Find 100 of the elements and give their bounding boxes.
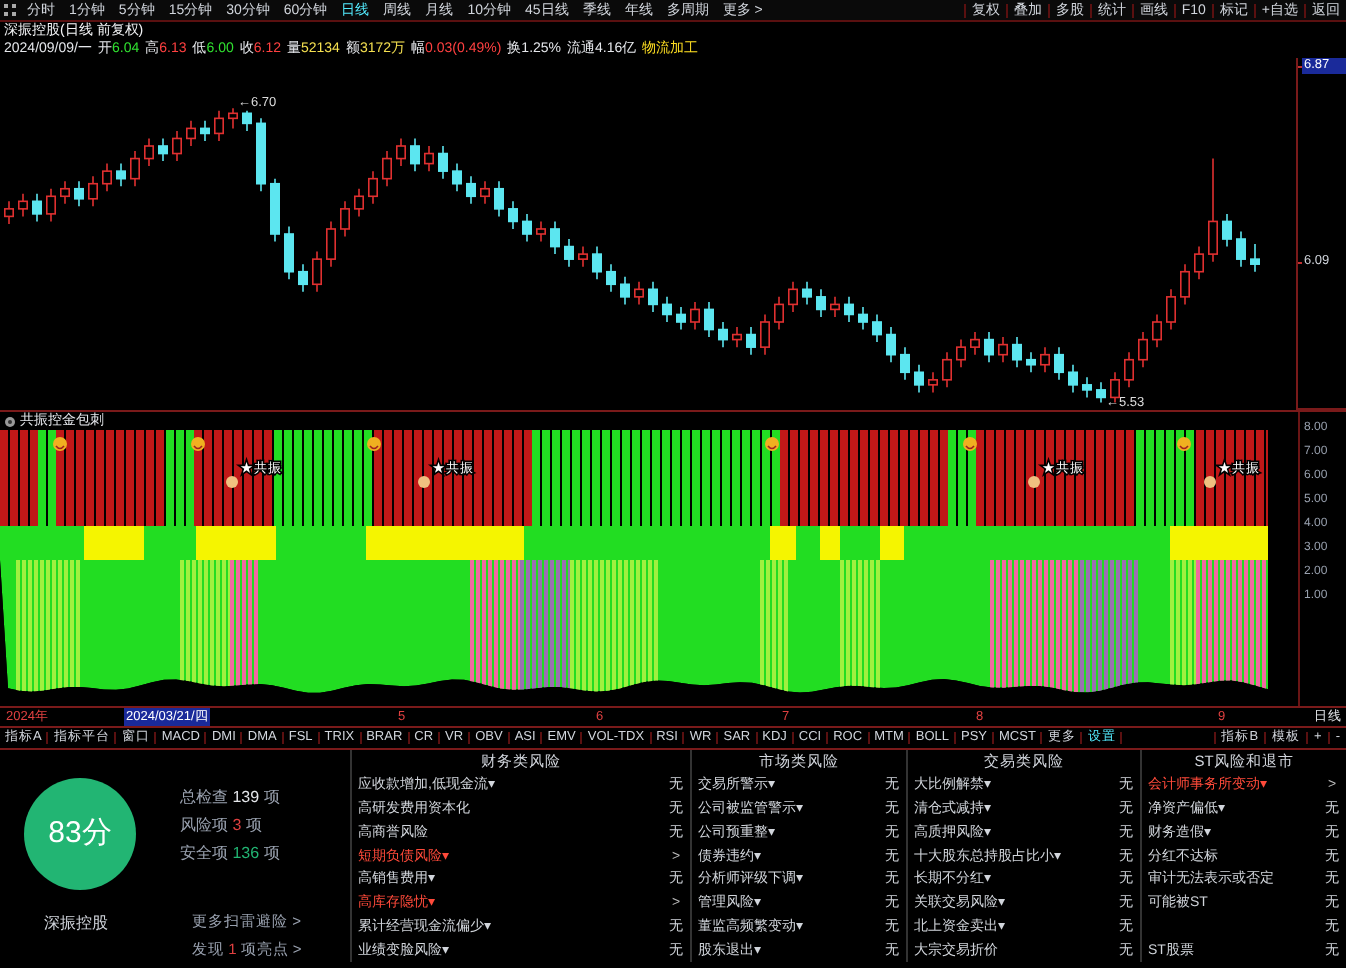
smiley-icon (765, 437, 779, 451)
smiley-icon (53, 437, 67, 451)
candlestick (88, 175, 98, 208)
candlestick (718, 321, 728, 348)
candlestick (648, 280, 658, 313)
candlestick (186, 120, 196, 147)
smiley-icon (367, 437, 381, 451)
candlestick (802, 280, 812, 306)
score-badge: 83分 (24, 778, 136, 890)
candlestick (312, 250, 322, 293)
candlestick (928, 371, 938, 394)
candlestick (368, 170, 378, 205)
candlestick (620, 275, 630, 306)
candlestick (116, 162, 126, 188)
candlestick (690, 301, 700, 331)
candlestick (284, 225, 294, 281)
candlestick (144, 137, 154, 167)
candlestick (578, 245, 588, 268)
candlestick (158, 137, 168, 162)
candlestick (1012, 336, 1022, 369)
candlestick (942, 351, 952, 389)
candlestick (1152, 313, 1162, 348)
candlestick (536, 220, 546, 243)
candlestick (564, 238, 574, 268)
candlestick (592, 245, 602, 281)
candlestick (1208, 157, 1218, 263)
candlestick (774, 296, 784, 331)
stock-name: 深振控股 (44, 912, 108, 936)
candlestick (214, 110, 224, 142)
candlestick (60, 180, 70, 205)
candlestick (172, 130, 182, 162)
candlestick (676, 306, 686, 331)
candlestick (844, 296, 854, 323)
candlestick (522, 213, 532, 243)
candlestick (1138, 331, 1148, 369)
candlestick (438, 145, 448, 180)
candlestick (634, 280, 644, 306)
candlestick (1124, 351, 1134, 389)
candlestick (1068, 363, 1078, 394)
stat-line: 安全项 136 项 (180, 842, 280, 866)
candlestick (1222, 213, 1232, 248)
candlestick (18, 192, 28, 218)
candlestick (480, 180, 490, 205)
candlestick (31, 192, 42, 223)
candlestick (1236, 230, 1246, 268)
candlestick (1054, 346, 1064, 381)
candlestick (102, 162, 112, 193)
candlestick (298, 263, 308, 293)
candlestick (1026, 351, 1036, 374)
candlestick (242, 110, 252, 132)
candlestick (466, 175, 476, 205)
candlestick (830, 296, 840, 318)
candlestick (816, 288, 826, 318)
candlestick (900, 346, 910, 381)
grid-icon[interactable] (0, 4, 20, 16)
candlestick (354, 187, 364, 218)
candlestick (4, 200, 14, 225)
smiley-icon (963, 437, 977, 451)
candlestick (886, 326, 896, 364)
candlestick (1166, 288, 1176, 331)
candlestick (606, 263, 616, 293)
stat-line: 风险项 3 项 (180, 814, 262, 838)
candlestick (984, 331, 994, 364)
candlestick (340, 200, 350, 238)
stat-line: 总检查 139 项 (180, 786, 280, 810)
candlestick (494, 180, 504, 218)
candlestick (1194, 245, 1204, 281)
candlestick (46, 187, 56, 223)
candlestick (858, 306, 868, 331)
smiley-icon (1177, 437, 1191, 451)
candlestick (130, 150, 140, 188)
candlestick (1082, 376, 1092, 399)
candlestick (74, 180, 84, 208)
candlestick (1250, 243, 1260, 273)
gear-icon[interactable] (4, 415, 16, 427)
candlestick (228, 107, 238, 130)
candlestick (956, 338, 966, 369)
candlestick (410, 137, 420, 172)
candlestick (704, 301, 714, 338)
smiley-icon (191, 437, 205, 451)
candlestick (1096, 381, 1106, 404)
candlestick (662, 296, 672, 323)
candlestick (746, 326, 756, 356)
candlestick (732, 326, 742, 348)
candlestick (508, 200, 518, 230)
candlestick (788, 280, 798, 313)
candlestick (550, 220, 560, 255)
candlestick (760, 313, 770, 356)
candlestick (396, 137, 406, 167)
candlestick (452, 162, 462, 193)
candlestick (326, 220, 336, 268)
candlestick (200, 120, 210, 142)
candlestick (998, 336, 1008, 364)
candlestick (1180, 263, 1190, 306)
candlestick (872, 313, 882, 343)
candlestick (914, 363, 924, 394)
candlestick (382, 150, 392, 188)
candlestick (1040, 346, 1050, 374)
candlestick (424, 145, 434, 172)
candlestick (970, 331, 980, 356)
